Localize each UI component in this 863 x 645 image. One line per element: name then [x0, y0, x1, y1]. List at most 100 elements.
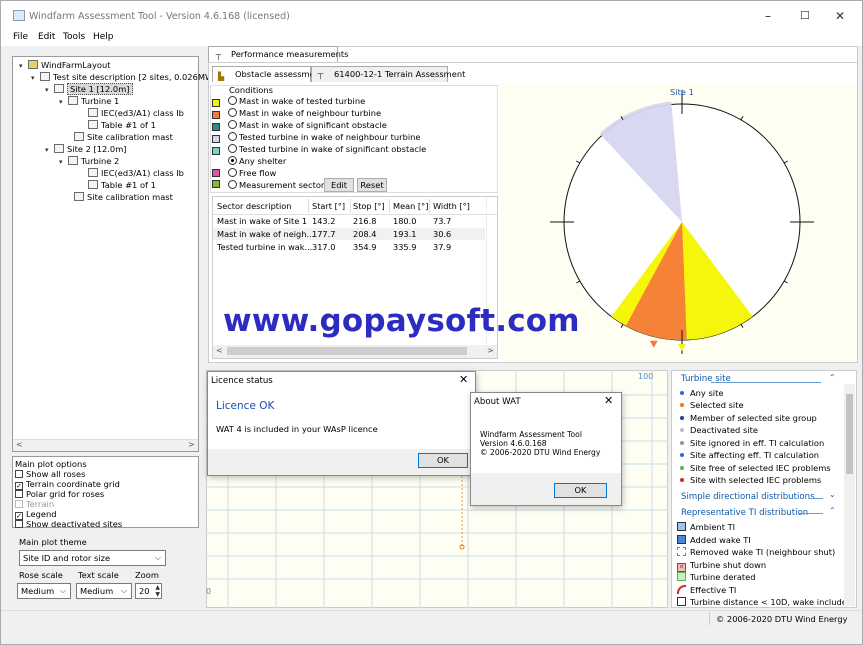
- checkbox-icon[interactable]: [15, 490, 23, 498]
- radio-turbine-neighbour[interactable]: Tested turbine in wake of neighbour turb…: [228, 132, 421, 143]
- radio-turbine-obstacle[interactable]: Tested turbine in wake of significant ob…: [228, 144, 426, 155]
- close-icon[interactable]: ✕: [604, 394, 613, 407]
- radio-icon[interactable]: [228, 144, 237, 153]
- radio-free-flow[interactable]: Free flow: [228, 168, 276, 179]
- radio-mast-tested[interactable]: Mast in wake of tested turbine: [228, 96, 365, 107]
- menu-tools[interactable]: Tools: [63, 32, 85, 42]
- radio-icon[interactable]: [228, 180, 237, 189]
- tree-turbine-1[interactable]: ▾ Turbine 1: [59, 96, 119, 107]
- table-cell[interactable]: 30.6: [433, 228, 451, 240]
- scroll-thumb[interactable]: [846, 394, 853, 474]
- table-cell[interactable]: 37.9: [433, 241, 451, 253]
- option-terrain[interactable]: Terrain: [15, 499, 54, 509]
- tree-table-1[interactable]: Table #1 of 1: [88, 120, 156, 131]
- table-cell[interactable]: 335.9: [393, 241, 416, 253]
- theme-select[interactable]: Site ID and rotor size ⌵: [19, 550, 166, 566]
- collapse-icon[interactable]: ▾: [31, 73, 40, 84]
- header-description[interactable]: Sector description: [217, 200, 291, 212]
- option-show-deactivated[interactable]: Show deactivated sites: [15, 519, 122, 529]
- collapse-icon[interactable]: ▾: [19, 61, 28, 72]
- table-cell[interactable]: Mast in wake of Site 1: [217, 215, 307, 227]
- table-cell[interactable]: 193.1: [393, 228, 416, 240]
- menu-file[interactable]: File: [13, 32, 28, 42]
- legend-scrollbar[interactable]: [844, 384, 855, 606]
- radio-measurement-sector[interactable]: Measurement sector: [228, 180, 324, 191]
- header-start[interactable]: Start [°]: [312, 200, 345, 212]
- tree-iec-class-1[interactable]: IEC(ed3/A1) class Ib: [88, 108, 184, 119]
- about-ok-button[interactable]: OK: [554, 483, 607, 498]
- header-width[interactable]: Width [°]: [433, 200, 470, 212]
- legend-rep-ti-header[interactable]: Representative TI distribution: [681, 508, 808, 518]
- radio-icon[interactable]: [228, 168, 237, 177]
- collapse-up-icon[interactable]: ⌃: [829, 506, 836, 515]
- scroll-thumb[interactable]: [227, 347, 467, 355]
- zoom-stepper[interactable]: 20 ▲ ▼: [135, 583, 162, 599]
- tree-root[interactable]: ▾ WindFarmLayout: [19, 60, 111, 71]
- tree-table-2[interactable]: Table #1 of 1: [88, 180, 156, 191]
- checkbox-icon[interactable]: [15, 520, 23, 528]
- menu-help[interactable]: Help: [93, 32, 114, 42]
- tree-horizontal-scrollbar[interactable]: < >: [13, 439, 198, 451]
- tree-iec-class-2[interactable]: IEC(ed3/A1) class Ib: [88, 168, 184, 179]
- table-cell[interactable]: Tested turbine in wak...: [217, 241, 312, 253]
- edit-button[interactable]: Edit: [324, 178, 354, 192]
- table-cell[interactable]: 73.7: [433, 215, 451, 227]
- tree-site-description[interactable]: ▾ Test site description [2 sites, 0.026MW: [31, 72, 213, 83]
- scroll-left-icon[interactable]: <: [216, 346, 223, 355]
- scroll-left-icon[interactable]: <: [16, 440, 23, 449]
- checkbox-icon[interactable]: [15, 500, 23, 508]
- radio-selected-icon[interactable]: [228, 156, 237, 165]
- close-icon[interactable]: ✕: [459, 373, 468, 386]
- stepper-arrows-icon[interactable]: ▲ ▼: [155, 584, 160, 598]
- close-button[interactable]: ✕: [835, 9, 845, 23]
- option-legend[interactable]: ✓ Legend: [15, 509, 56, 520]
- minimize-button[interactable]: –: [765, 9, 771, 23]
- licence-ok-button[interactable]: OK: [418, 453, 468, 468]
- radio-icon[interactable]: [228, 108, 237, 117]
- rose-scale-select[interactable]: Medium ⌵: [17, 583, 71, 599]
- radio-icon[interactable]: [228, 96, 237, 105]
- legend-simple-dir-header[interactable]: Simple directional distributions: [681, 492, 815, 502]
- table-cell[interactable]: Mast in wake of neigh...: [217, 228, 314, 240]
- tab-performance[interactable]: ⊤ Performance measurements: [208, 46, 348, 62]
- option-polar-grid[interactable]: Polar grid for roses: [15, 489, 104, 499]
- tree-mast-1[interactable]: Site calibration mast: [74, 132, 173, 143]
- option-show-all-roses[interactable]: Show all roses: [15, 469, 85, 479]
- radio-mast-neighbour[interactable]: Mast in wake of neighbour turbine: [228, 108, 381, 119]
- table-cell[interactable]: 216.8: [353, 215, 376, 227]
- reset-button[interactable]: Reset: [357, 178, 387, 192]
- table-cell[interactable]: 143.2: [312, 215, 335, 227]
- table-cell[interactable]: 177.7: [312, 228, 335, 240]
- tree-site-2[interactable]: ▾ Site 2 [12.0m]: [45, 144, 127, 155]
- project-tree[interactable]: ▾ WindFarmLayout ▾ Test site description […: [12, 56, 213, 452]
- table-cell[interactable]: 317.0: [312, 241, 335, 253]
- checkbox-icon[interactable]: [15, 470, 23, 478]
- collapse-icon[interactable]: ▾: [45, 145, 54, 156]
- tab-obstacle-assessment[interactable]: ▙ Obstacle assessment: [212, 66, 323, 82]
- tree-mast-2[interactable]: Site calibration mast: [74, 192, 173, 203]
- table-cell[interactable]: 180.0: [393, 215, 416, 227]
- header-stop[interactable]: Stop [°]: [353, 200, 385, 212]
- header-mean[interactable]: Mean [°]: [393, 200, 428, 212]
- radio-any-shelter[interactable]: Any shelter: [228, 156, 286, 167]
- tab-terrain-assessment[interactable]: ⊤ 61400-12-1 Terrain Assessment: [311, 66, 465, 82]
- radio-mast-obstacle[interactable]: Mast in wake of significant obstacle: [228, 120, 387, 131]
- option-terrain-grid[interactable]: ✓ Terrain coordinate grid: [15, 479, 120, 490]
- radio-icon[interactable]: [228, 120, 237, 129]
- table-cell[interactable]: 208.4: [353, 228, 376, 240]
- scroll-right-icon[interactable]: >: [487, 346, 494, 355]
- text-scale-select[interactable]: Medium ⌵: [76, 583, 132, 599]
- collapse-icon[interactable]: ▾: [45, 85, 54, 96]
- scroll-right-icon[interactable]: >: [188, 440, 195, 449]
- radio-icon[interactable]: [228, 132, 237, 141]
- collapse-up-icon[interactable]: ⌃: [829, 373, 836, 382]
- menu-edit[interactable]: Edit: [38, 32, 55, 42]
- table-horizontal-scrollbar[interactable]: < >: [213, 345, 497, 358]
- collapse-icon[interactable]: ▾: [59, 157, 68, 168]
- tree-turbine-2[interactable]: ▾ Turbine 2: [59, 156, 119, 167]
- table-cell[interactable]: 354.9: [353, 241, 376, 253]
- maximize-button[interactable]: ☐: [800, 9, 810, 22]
- tree-site-1[interactable]: ▾ Site 1 [12.0m]: [45, 83, 133, 96]
- expand-down-icon[interactable]: ⌄: [829, 490, 836, 499]
- collapse-icon[interactable]: ▾: [59, 97, 68, 108]
